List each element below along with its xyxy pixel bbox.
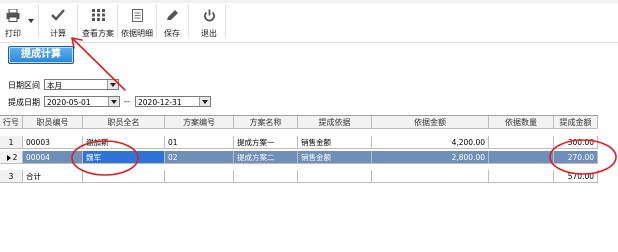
annotation-overlay xyxy=(71,37,617,176)
annotation-circle-commission xyxy=(549,139,617,175)
annotation-arrow xyxy=(71,37,126,91)
annotation-circle-name xyxy=(71,140,139,176)
